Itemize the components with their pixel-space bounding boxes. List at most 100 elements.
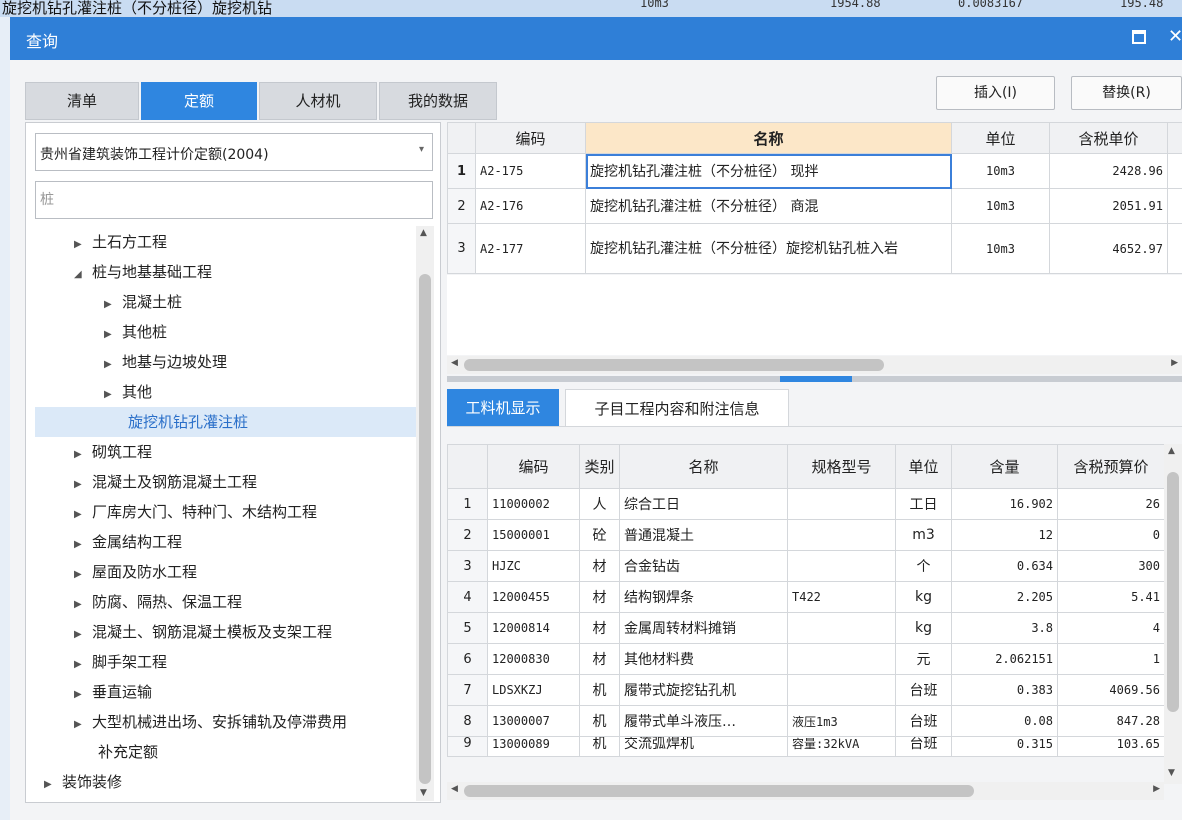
tab-resource-display[interactable]: 工料机显示 — [447, 389, 559, 427]
resource-category[interactable]: 人 — [579, 488, 620, 520]
resource-code[interactable]: 11000002 — [487, 488, 580, 520]
quota-library-select[interactable]: 贵州省建筑装饰工程计价定额(2004) ▾ — [35, 133, 433, 171]
quota-price[interactable]: 4652.97 — [1049, 223, 1168, 274]
resource-unit[interactable]: kg — [895, 581, 952, 613]
resource-budget-price[interactable]: 0 — [1057, 519, 1165, 551]
table-row[interactable]: 4 12000455 材结构钢焊条 T422 kg 2.205 5.41 — [447, 581, 1165, 613]
quota-unit[interactable]: 10m3 — [951, 223, 1050, 274]
resource-category[interactable]: 机 — [579, 736, 620, 757]
collapsed-arrow-icon[interactable]: ▶ — [74, 530, 92, 560]
resource-category[interactable]: 材 — [579, 581, 620, 613]
table-row[interactable]: 8 13000007 机履带式单斗液压… 液压1m3 台班 0.08 847.28 — [447, 705, 1165, 737]
resource-unit[interactable]: m3 — [895, 519, 952, 551]
tree-item[interactable]: ▶ 混凝土、钢筋混凝土模板及支架工程 — [74, 617, 332, 647]
tree-item[interactable]: ▶ 垂直运输 — [74, 677, 152, 707]
resource-name[interactable]: 普通混凝土 — [619, 519, 788, 551]
quota-code[interactable]: A2-177 — [475, 223, 586, 274]
resource-spec[interactable]: 液压1m3 — [787, 705, 896, 737]
tab-my-data[interactable]: 我的数据 — [379, 82, 497, 120]
resource-quantity[interactable]: 16.902 — [951, 488, 1058, 520]
resource-name[interactable]: 履带式旋挖钻孔机 — [619, 674, 788, 706]
resource-budget-price[interactable]: 4069.56 — [1057, 674, 1165, 706]
resource-unit[interactable]: 台班 — [895, 674, 952, 706]
column-header-name[interactable]: 名称 — [585, 122, 952, 154]
collapsed-arrow-icon[interactable]: ▶ — [74, 650, 92, 680]
table-row[interactable]: 1 11000002 人综合工日 工日 16.902 26 — [447, 488, 1165, 520]
resource-quantity[interactable]: 2.205 — [951, 581, 1058, 613]
collapsed-arrow-icon[interactable]: ▶ — [44, 770, 62, 800]
resource-quantity[interactable]: 0.08 — [951, 705, 1058, 737]
resource-code[interactable]: LDSXKZJ — [487, 674, 580, 706]
scroll-right-icon[interactable]: ▶ — [1153, 784, 1160, 794]
resource-name[interactable]: 其他材料费 — [619, 643, 788, 675]
tree-item[interactable]: ▶ 屋面及防水工程 — [74, 557, 197, 587]
collapsed-arrow-icon[interactable]: ▶ — [74, 560, 92, 590]
tab-work-content-notes[interactable]: 子目工程内容和附注信息 — [565, 389, 789, 427]
quota-code[interactable]: A2-175 — [475, 153, 586, 189]
resource-quantity[interactable]: 12 — [951, 519, 1058, 551]
tree-item[interactable]: ▶ 砌筑工程 — [74, 437, 152, 467]
resource-quantity[interactable]: 0.634 — [951, 550, 1058, 582]
quota-name[interactable]: 旋挖机钻孔灌注桩（不分桩径） 商混 — [585, 188, 952, 224]
resource-budget-price[interactable]: 300 — [1057, 550, 1165, 582]
dialog-titlebar[interactable]: 查询 ✕ — [10, 17, 1182, 60]
resource-budget-price[interactable]: 26 — [1057, 488, 1165, 520]
column-header-name[interactable]: 名称 — [619, 444, 788, 489]
scroll-thumb[interactable] — [464, 359, 884, 371]
resource-spec[interactable] — [787, 519, 896, 551]
collapsed-arrow-icon[interactable]: ▶ — [74, 710, 92, 740]
insert-button[interactable]: 插入(I) — [936, 76, 1055, 110]
tree-item[interactable]: ▶ 混凝土及钢筋混凝土工程 — [74, 467, 257, 497]
scroll-right-icon[interactable]: ▶ — [1171, 358, 1178, 368]
column-header-category[interactable]: 类别 — [579, 444, 620, 489]
resource-category[interactable]: 砼 — [579, 519, 620, 551]
tree-vertical-scrollbar[interactable]: ▲ ▼ — [416, 226, 434, 801]
expanded-arrow-icon[interactable]: ◢ — [74, 260, 92, 290]
close-icon[interactable]: ✕ — [1168, 26, 1182, 47]
collapsed-arrow-icon[interactable]: ▶ — [104, 290, 122, 320]
tree-item[interactable]: ▶ 其他 — [104, 377, 152, 407]
tree-item[interactable]: ▶ 金属结构工程 — [74, 527, 182, 557]
table-row[interactable]: 5 12000814 材金属周转材料摊销 kg 3.8 4 — [447, 612, 1165, 644]
tree-item[interactable]: ▶ 地基与边坡处理 — [104, 347, 227, 377]
collapsed-arrow-icon[interactable]: ▶ — [104, 320, 122, 350]
column-header-budget-price[interactable]: 含税预算价 — [1057, 444, 1165, 489]
resource-spec[interactable]: 容量:32kVA — [787, 736, 896, 757]
resource-vertical-scrollbar[interactable]: ▲ ▼ — [1164, 444, 1182, 784]
resource-budget-price[interactable]: 1 — [1057, 643, 1165, 675]
collapsed-arrow-icon[interactable]: ▶ — [104, 350, 122, 380]
quota-horizontal-scrollbar[interactable]: ◀ ▶ — [447, 356, 1182, 374]
resource-spec[interactable]: T422 — [787, 581, 896, 613]
resource-unit[interactable]: kg — [895, 612, 952, 644]
splitter-grip[interactable] — [780, 376, 852, 382]
table-row[interactable]: 3 HJZC 材合金钻齿 个 0.634 300 — [447, 550, 1165, 582]
tree-item[interactable]: ◢ 桩与地基基础工程 — [74, 257, 212, 287]
resource-spec[interactable] — [787, 488, 896, 520]
collapsed-arrow-icon[interactable]: ▶ — [74, 590, 92, 620]
resource-spec[interactable] — [787, 674, 896, 706]
column-header-price[interactable]: 含税单价 — [1049, 122, 1168, 154]
quota-code[interactable]: A2-176 — [475, 188, 586, 224]
scroll-left-icon[interactable]: ◀ — [451, 784, 458, 794]
resource-spec[interactable] — [787, 612, 896, 644]
resource-budget-price[interactable]: 847.28 — [1057, 705, 1165, 737]
tab-bill[interactable]: 清单 — [25, 82, 139, 120]
table-row[interactable]: 3 A2-177 旋挖机钻孔灌注桩（不分桩径）旋挖机钻孔桩入岩 10m3 465… — [447, 223, 1182, 274]
resource-code[interactable]: 12000830 — [487, 643, 580, 675]
scroll-up-icon[interactable]: ▲ — [420, 228, 427, 238]
quota-price[interactable]: 2051.91 — [1049, 188, 1168, 224]
tree-item[interactable]: ▶ 装饰装修 — [44, 767, 122, 797]
table-row[interactable]: 9 13000089 机交流弧焊机 容量:32kVA 台班 0.315 103.65 — [447, 736, 1165, 757]
column-header-unit[interactable]: 单位 — [951, 122, 1050, 154]
collapsed-arrow-icon[interactable]: ▶ — [74, 440, 92, 470]
resource-code[interactable]: 13000007 — [487, 705, 580, 737]
maximize-icon[interactable] — [1132, 30, 1146, 44]
resource-horizontal-scrollbar[interactable]: ◀ ▶ — [447, 782, 1164, 800]
tree-item[interactable]: 旋挖机钻孔灌注桩 — [35, 407, 416, 437]
resource-unit[interactable]: 个 — [895, 550, 952, 582]
quota-name[interactable]: 旋挖机钻孔灌注桩（不分桩径）旋挖机钻孔桩入岩 — [585, 223, 952, 274]
resource-category[interactable]: 材 — [579, 643, 620, 675]
scroll-down-icon[interactable]: ▼ — [1168, 768, 1175, 778]
panel-splitter[interactable] — [447, 376, 1182, 382]
resource-unit[interactable]: 工日 — [895, 488, 952, 520]
